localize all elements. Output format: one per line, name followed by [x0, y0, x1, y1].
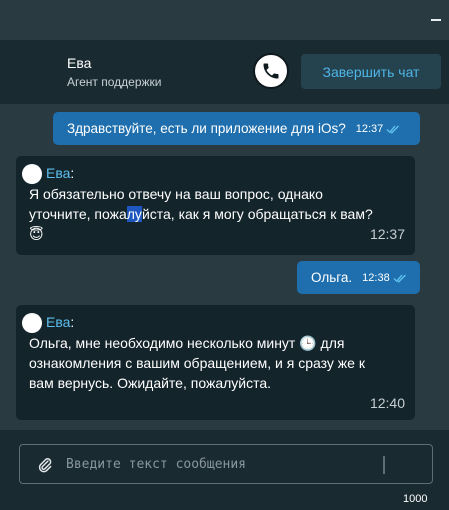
message-text: Здравствуйте, есть ли приложение для iOs… — [67, 121, 346, 136]
message-input[interactable] — [66, 454, 366, 474]
agent-role: Агент поддержки — [67, 75, 162, 89]
composer: 1000 — [0, 430, 449, 510]
outgoing-message: Здравствуйте, есть ли приложение для iOs… — [53, 112, 420, 145]
minimize-icon[interactable] — [431, 19, 441, 21]
message-list: Здравствуйте, есть ли приложение для iOs… — [0, 104, 449, 430]
window-title-bar — [0, 0, 449, 40]
message-input-box — [19, 444, 433, 484]
chat-header: Ева Агент поддержки Завершить чат — [0, 40, 449, 104]
call-button[interactable] — [253, 53, 289, 89]
message-time: 12:37 — [369, 226, 405, 242]
end-chat-button[interactable]: Завершить чат — [301, 54, 441, 89]
message-sender: Ева: — [46, 314, 75, 330]
message-text: Я обязательно отвечу на ваш вопрос, одна… — [29, 186, 373, 242]
message-time: 12:38 — [362, 271, 390, 284]
agent-name: Ева — [67, 55, 92, 71]
double-check-icon — [393, 274, 406, 283]
input-divider — [383, 456, 385, 474]
incoming-message: Ева: Я обязательно отвечу на ваш вопрос,… — [16, 156, 415, 255]
message-time: 12:37 — [355, 122, 384, 135]
paperclip-icon[interactable] — [38, 457, 52, 473]
avatar — [22, 164, 42, 184]
message-text: Ольга, мне необходимо несколько минут 🕒 … — [29, 335, 365, 391]
incoming-message: Ева: Ольга, мне необходимо несколько мин… — [16, 305, 415, 420]
phone-icon — [263, 63, 279, 79]
outgoing-message: Ольга. 12:38 — [297, 261, 420, 294]
double-check-icon — [386, 125, 400, 134]
char-counter: 1000 — [403, 493, 428, 505]
message-sender: Ева: — [46, 165, 75, 181]
avatar — [22, 313, 42, 333]
selected-text: лу — [126, 206, 142, 222]
message-text: Ольга. — [311, 270, 353, 285]
message-time: 12:40 — [369, 395, 405, 411]
